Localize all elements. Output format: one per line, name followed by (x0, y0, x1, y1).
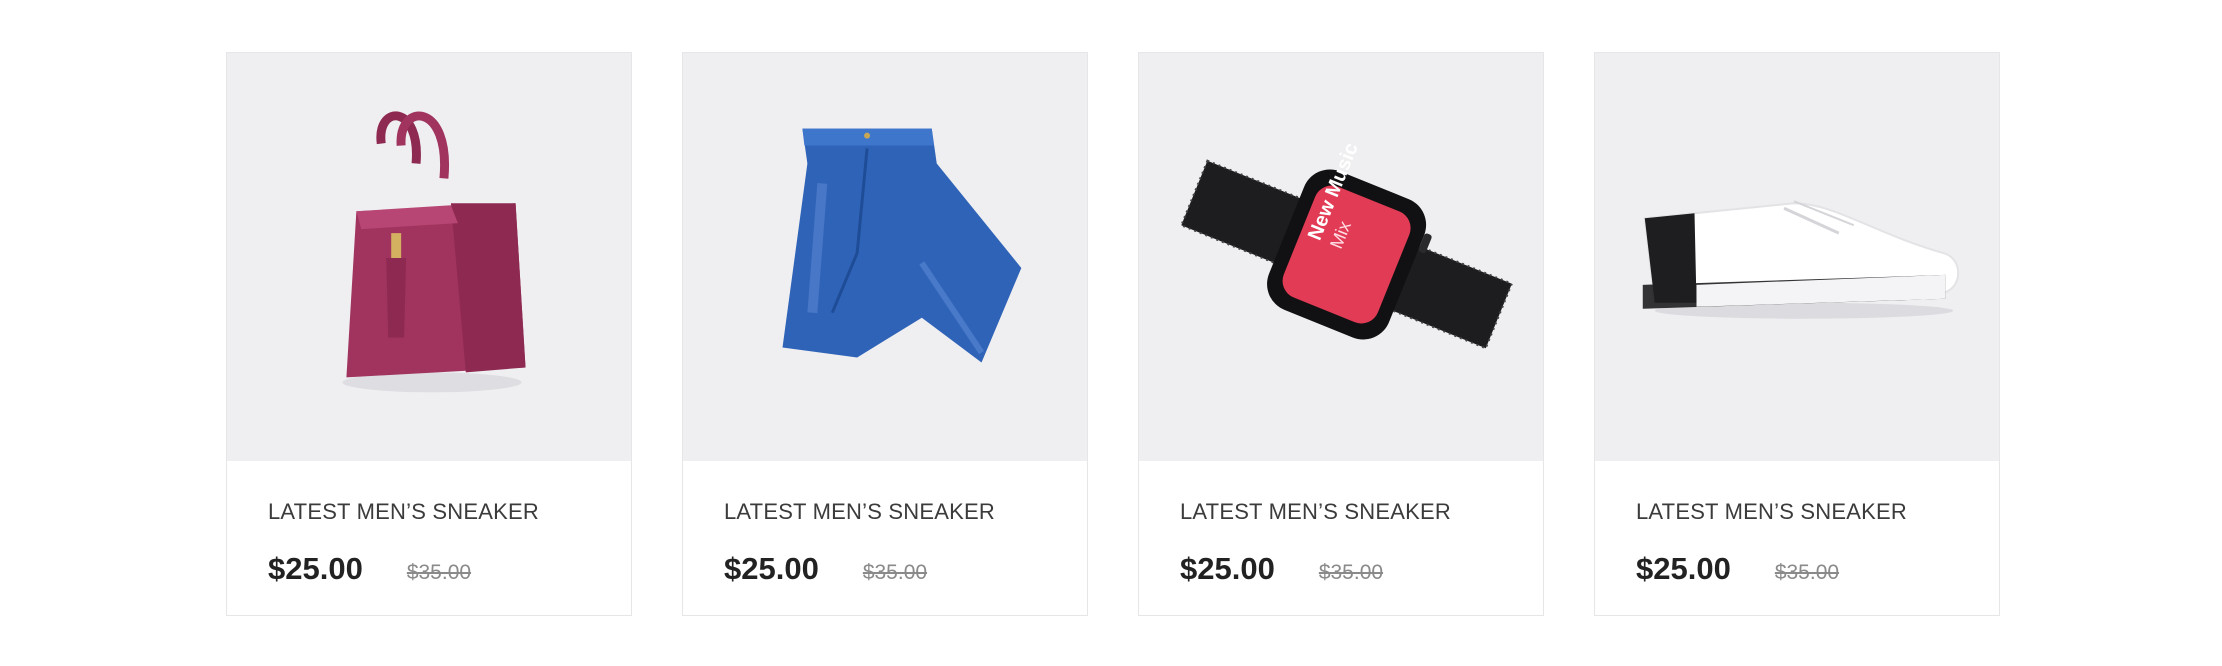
current-price: $25.00 (268, 551, 363, 586)
old-price: $35.00 (406, 561, 472, 584)
old-price: $35.00 (862, 561, 928, 584)
product-card[interactable]: LATEST MEN’S SNEAKER $25.00 $35.00 (226, 52, 632, 616)
product-title[interactable]: LATEST MEN’S SNEAKER (724, 499, 1047, 525)
product-info: LATEST MEN’S SNEAKER $25.00 $35.00 (1139, 461, 1543, 615)
current-price: $25.00 (724, 551, 819, 586)
sneaker-icon (1642, 200, 1960, 319)
product-info: LATEST MEN’S SNEAKER $25.00 $35.00 (1595, 461, 1999, 615)
product-image-smartwatch[interactable]: New Music Mix (1139, 53, 1543, 461)
product-grid: LATEST MEN’S SNEAKER $25.00 $35.00 LATES… (226, 52, 2002, 618)
product-card[interactable]: New Music Mix LATEST MEN’S SNEAKER $25.0… (1138, 52, 1544, 616)
product-image-handbag[interactable] (227, 53, 631, 461)
price-row: $25.00 $35.00 (1180, 551, 1503, 587)
product-info: LATEST MEN’S SNEAKER $25.00 $35.00 (683, 461, 1087, 615)
product-card[interactable]: LATEST MEN’S SNEAKER $25.00 $35.00 (682, 52, 1088, 616)
jeans-icon (782, 128, 1022, 363)
price-row: $25.00 $35.00 (724, 551, 1047, 587)
current-price: $25.00 (1180, 551, 1275, 586)
old-price: $35.00 (1774, 561, 1840, 584)
product-title[interactable]: LATEST MEN’S SNEAKER (1636, 499, 1959, 525)
old-price: $35.00 (1318, 561, 1384, 584)
product-title[interactable]: LATEST MEN’S SNEAKER (1180, 499, 1503, 525)
handbag-icon (342, 111, 526, 393)
current-price: $25.00 (1636, 551, 1731, 586)
product-title[interactable]: LATEST MEN’S SNEAKER (268, 499, 591, 525)
price-row: $25.00 $35.00 (268, 551, 591, 587)
product-image-jeans[interactable] (683, 53, 1087, 461)
product-info: LATEST MEN’S SNEAKER $25.00 $35.00 (227, 461, 631, 615)
product-card[interactable]: LATEST MEN’S SNEAKER $25.00 $35.00 (1594, 52, 2000, 616)
smartwatch-icon: New Music Mix (1179, 140, 1514, 350)
product-image-sneaker[interactable] (1595, 53, 1999, 461)
price-row: $25.00 $35.00 (1636, 551, 1959, 587)
